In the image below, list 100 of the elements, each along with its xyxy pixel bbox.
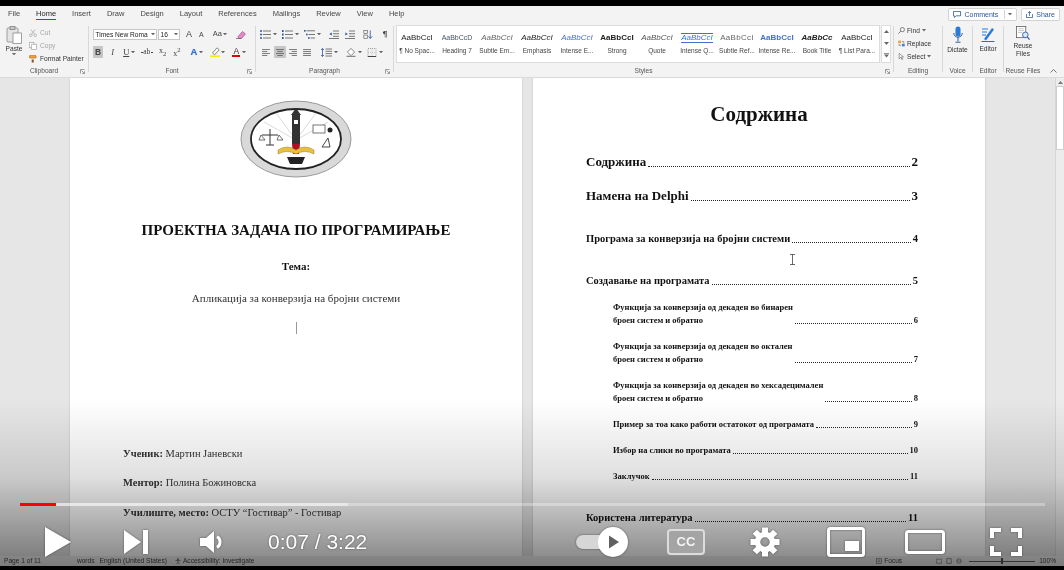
caret-icon[interactable] [272, 32, 277, 36]
microphone-icon [952, 26, 963, 43]
center-button[interactable] [273, 46, 286, 58]
toc-page-number: 2 [911, 154, 918, 170]
toc-entry-title[interactable]: Создавање на програмата [586, 274, 710, 288]
detail-line: Ученик: Мартин Јаневски [123, 448, 243, 459]
line-spacing-icon[interactable] [321, 47, 332, 57]
caret-icon[interactable] [150, 32, 155, 36]
toc-entry-title[interactable]: Функција за конверзија од декаден во бинарен броен систем и обратно [613, 301, 793, 327]
document-search-icon [1016, 26, 1030, 40]
toc-entry-title[interactable]: Функција за конверзија од декаден во октален броен систем и обратно [613, 340, 793, 366]
scroll-up-icon[interactable] [1057, 81, 1063, 84]
decrease-indent-icon[interactable] [329, 29, 339, 39]
paint-bucket-icon[interactable] [346, 47, 356, 57]
toc-entry-title[interactable]: Користена литература [586, 511, 693, 525]
bold-button[interactable]: B [93, 46, 104, 58]
miniplayer-icon[interactable] [827, 527, 865, 557]
paintbrush-icon [29, 54, 37, 63]
toc-entry-title[interactable]: Функција за конверзија од декаден во хексадецимален броен систем и обратно [613, 379, 824, 405]
caret-icon [921, 29, 926, 32]
web-layout-icon[interactable] [956, 558, 963, 564]
topic-label: Тема: [281, 259, 311, 273]
detail-line: Училиште, место: ОСТУ “Гостивар” - Гостивар [123, 507, 342, 518]
toc-page-number: 7 [913, 353, 918, 366]
toc-entry-title[interactable]: Содржина [586, 154, 647, 170]
caret-icon [198, 50, 203, 54]
scroll-down-icon[interactable] [883, 41, 889, 45]
caret-icon[interactable] [294, 32, 299, 36]
caret-icon[interactable] [378, 50, 383, 54]
scrollbar-thumb[interactable] [1056, 86, 1064, 150]
dialog-launcher-icon[interactable] [885, 68, 890, 74]
caret-icon[interactable] [357, 50, 362, 54]
multilevel-list-icon[interactable] [304, 29, 315, 39]
highlight-button[interactable] [208, 46, 227, 58]
underline-button[interactable]: U [122, 46, 136, 58]
align-right-button[interactable] [287, 46, 299, 58]
subscript-button[interactable]: x$_{2}$ [157, 46, 168, 58]
next-icon[interactable] [124, 530, 148, 554]
replace-icon [898, 40, 905, 47]
comment-icon [953, 10, 962, 18]
scroll-up-icon[interactable] [883, 30, 889, 34]
text-effects-button[interactable]: A [189, 46, 204, 58]
justify-button[interactable] [300, 46, 313, 58]
toc-page-number: 8 [913, 392, 918, 405]
search-icon [898, 27, 905, 34]
caret-icon [223, 32, 228, 36]
toc-entry-title[interactable]: Намена на Delphi [586, 188, 689, 204]
vertical-scrollbar[interactable] [1055, 78, 1064, 556]
eraser-icon[interactable] [236, 29, 247, 39]
share-icon [1026, 10, 1034, 18]
dialog-launcher-icon[interactable] [80, 68, 85, 74]
volume-icon[interactable] [200, 531, 223, 553]
expand-gallery-icon[interactable] [883, 53, 889, 58]
dialog-launcher-icon[interactable] [385, 68, 390, 74]
print-layout-icon[interactable] [946, 558, 953, 564]
caret-icon[interactable] [173, 32, 178, 36]
progress-track[interactable] [20, 503, 1045, 506]
dialog-launcher-icon[interactable] [247, 68, 252, 74]
numbering-icon[interactable] [282, 29, 293, 39]
pen-icon [981, 26, 995, 42]
caret-icon [12, 53, 16, 56]
align-left-icon [262, 48, 270, 56]
toc-entry-title[interactable]: Избор на слики во програмата [613, 444, 731, 457]
grow-font-button[interactable]: A [185, 28, 193, 40]
caret-icon[interactable] [333, 50, 338, 54]
autoplay-toggle[interactable] [576, 527, 628, 557]
toc-entry-title[interactable]: Заклучок [613, 470, 650, 483]
show-formatting-marks-button[interactable]: ¶ [381, 28, 389, 40]
fullscreen-icon[interactable] [990, 528, 1022, 556]
accessibility-icon[interactable] [174, 558, 181, 564]
sort-icon[interactable] [363, 29, 373, 39]
theater-mode-icon[interactable] [905, 530, 945, 554]
collapse-ribbon-icon[interactable] [1049, 69, 1057, 73]
italic-button[interactable]: I [108, 46, 118, 58]
caret-icon[interactable] [316, 32, 321, 36]
increase-indent-icon[interactable] [344, 29, 355, 39]
borders-icon[interactable] [367, 47, 377, 57]
toc-page-number: 11 [909, 470, 918, 483]
align-left-button[interactable] [260, 46, 272, 58]
bullets-icon[interactable] [260, 29, 271, 39]
toc-entry-title[interactable]: Пример за тоа како работи остатокот од програмата [613, 418, 815, 431]
zoom-slider-thumb[interactable] [1001, 558, 1004, 564]
settings-icon[interactable] [750, 527, 780, 557]
highlighter-icon [209, 47, 220, 57]
topic-text: Апликација за конверзија на бројни системи [191, 291, 401, 305]
caret-icon [927, 55, 932, 58]
toc-page-number: 4 [912, 232, 918, 246]
caret-icon [130, 50, 135, 54]
font-color-button[interactable]: A [231, 46, 247, 58]
toc-page-number: 3 [911, 188, 918, 204]
scissors-icon [29, 28, 37, 37]
align-right-icon [289, 48, 297, 56]
superscript-button[interactable]: x$^{2}$ [172, 46, 182, 58]
toc-page-number: 6 [913, 314, 918, 327]
focus-icon[interactable] [876, 558, 883, 564]
align-justify-icon [302, 48, 311, 56]
copy-icon [29, 41, 37, 50]
toc-entry-title[interactable]: Програма за конверзија на бројни системи [586, 232, 791, 246]
toc-page-number: 9 [913, 418, 918, 431]
document-title: ПРОЕКТНА ЗАДАЧА ПО ПРОГРАМИРАЊЕ [141, 222, 451, 238]
